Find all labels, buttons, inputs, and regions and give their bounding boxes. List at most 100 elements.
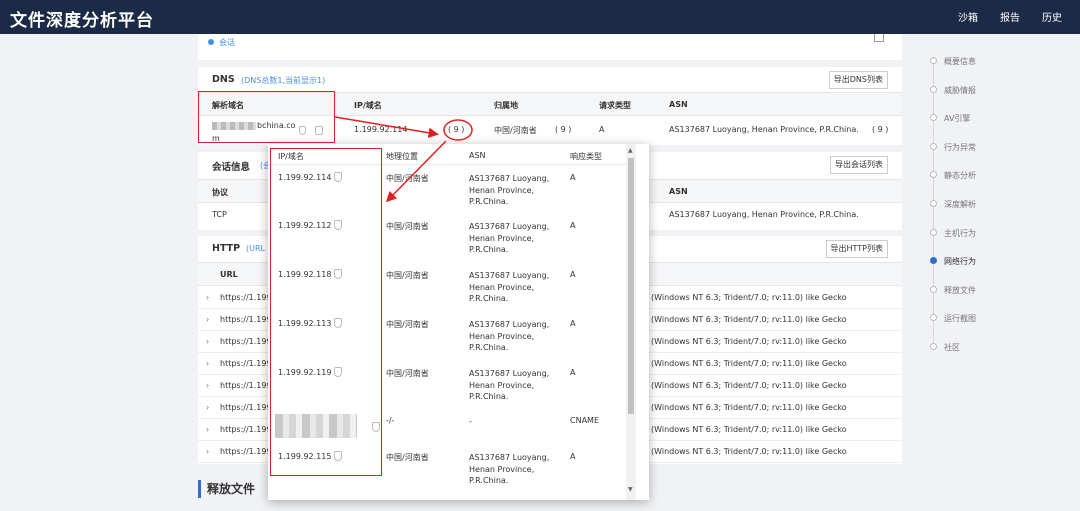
- expand-chevron-icon[interactable]: ›: [206, 315, 209, 324]
- domain-copy-icon[interactable]: [315, 126, 323, 135]
- popup-row: 1.199.92.119 中国/河南省 AS137687 Luoyang, He…: [268, 366, 626, 414]
- expand-chevron-icon[interactable]: ›: [206, 337, 209, 346]
- popup-ip: 1.199.92.115: [278, 452, 332, 461]
- session-legend-label[interactable]: 会话: [219, 37, 235, 48]
- session-asn: AS137687 Luoyang, Henan Province, P.R.Ch…: [669, 210, 859, 219]
- domain-shield-icon[interactable]: [299, 126, 306, 135]
- popup-asn: -: [469, 417, 472, 426]
- http-ua: (Windows NT 6.3; Trident/7.0; rv:11.0) l…: [651, 447, 847, 456]
- nav-bullet-icon: [930, 114, 937, 121]
- popup-location: 中国/河南省: [386, 174, 429, 183]
- popup-asn: AS137687 Luoyang, Henan Province, P.R.Ch…: [469, 453, 550, 485]
- http-url: https://1.199: [220, 447, 272, 456]
- expand-chevron-icon[interactable]: ›: [206, 447, 209, 456]
- popup-asn: AS137687 Luoyang, Henan Province, P.R.Ch…: [469, 174, 550, 206]
- dns-asn: AS137687 Luoyang, Henan Province, P.R.Ch…: [669, 125, 859, 134]
- scrollbar-thumb[interactable]: [628, 158, 634, 414]
- nav-report[interactable]: 报告: [1000, 9, 1020, 24]
- ip-list-popup: IP/域名 地理位置 ASN 响应类型 1.199.92.114 中国/河南省 …: [268, 144, 649, 500]
- popup-asn: AS137687 Luoyang, Henan Province, P.R.Ch…: [469, 369, 550, 401]
- popup-location: -/-: [386, 416, 395, 425]
- dns-location-count-link[interactable]: ( 9 ): [555, 125, 571, 134]
- http-url: https://1.199: [220, 337, 272, 346]
- nav-bullet-icon: [930, 171, 937, 178]
- popup-location: 中国/河南省: [386, 222, 429, 231]
- top-nav: 沙箱 报告 历史: [958, 9, 1062, 24]
- shield-icon[interactable]: [334, 269, 342, 279]
- popup-row: 1.199.92.112 中国/河南省 AS137687 Luoyang, He…: [268, 219, 626, 267]
- popup-ip: 1.199.92.118: [278, 270, 332, 279]
- nav-bullet-icon: [930, 86, 937, 93]
- popup-ip: 1.199.92.114: [278, 173, 332, 182]
- session-title: 会话信息: [212, 162, 251, 173]
- export-session-button[interactable]: 导出会话列表: [830, 156, 888, 174]
- popup-col-ip: IP/域名: [278, 152, 304, 161]
- http-url: https://1.199: [220, 425, 272, 434]
- nav-sandbox[interactable]: 沙箱: [958, 9, 978, 24]
- popup-location: 中国/河南省: [386, 453, 429, 462]
- http-ua: (Windows NT 6.3; Trident/7.0; rv:11.0) l…: [651, 293, 847, 302]
- expand-chevron-icon[interactable]: ›: [206, 381, 209, 390]
- http-ua: (Windows NT 6.3; Trident/7.0; rv:11.0) l…: [651, 425, 847, 434]
- http-url: https://1.199: [220, 381, 272, 390]
- popup-asn: AS137687 Luoyang, Henan Province, P.R.Ch…: [469, 271, 550, 303]
- nav-bullet-icon: [930, 229, 937, 236]
- dns-table-header: 解析域名 IP/域名 归属地 请求类型 ASN: [198, 92, 902, 116]
- popup-ip: 1.199.92.113: [278, 319, 332, 328]
- popup-type: A: [570, 368, 576, 377]
- expand-chevron-icon[interactable]: ›: [206, 425, 209, 434]
- col-asn: ASN: [669, 100, 688, 109]
- shield-icon[interactable]: [372, 422, 380, 432]
- popup-type: A: [570, 270, 576, 279]
- download-icon[interactable]: [874, 34, 884, 42]
- nav-bullet-icon: [930, 343, 937, 350]
- dns-card: DNS (DNS总数1,当前显示1) 导出DNS列表 解析域名 IP/域名 归属…: [198, 67, 902, 145]
- popup-location: 中国/河南省: [386, 369, 429, 378]
- nav-bullet-icon: [930, 314, 937, 321]
- nav-history[interactable]: 历史: [1042, 9, 1062, 24]
- http-title: HTTP: [212, 243, 241, 254]
- popup-ip: 1.199.92.119: [278, 368, 332, 377]
- popup-asn: AS137687 Luoyang, Henan Province, P.R.Ch…: [469, 320, 550, 352]
- scroll-down-icon[interactable]: ▼: [628, 486, 633, 493]
- col-protocol: 协议: [212, 188, 228, 197]
- dns-type: A: [599, 125, 605, 134]
- nav-bullet-icon: [930, 143, 937, 150]
- http-ua: (Windows NT 6.3; Trident/7.0; rv:11.0) l…: [651, 337, 847, 346]
- http-ua: (Windows NT 6.3; Trident/7.0; rv:11.0) l…: [651, 359, 847, 368]
- dns-title: DNS: [212, 74, 235, 85]
- nav-bullet-icon: [930, 286, 937, 293]
- dns-asn-count-link[interactable]: ( 9 ): [872, 125, 888, 134]
- popup-scrollbar[interactable]: ▲ ▼: [626, 144, 636, 500]
- dns-ip: 1.199.92.114: [354, 125, 408, 134]
- http-url: https://1.199: [220, 359, 272, 368]
- dns-count: (DNS总数1,当前显示1): [241, 76, 326, 85]
- top-bar: 文件深度分析平台 沙箱 报告 历史: [0, 0, 1080, 34]
- http-count: (URL: [246, 244, 265, 253]
- col-ip: IP/域名: [354, 101, 382, 110]
- export-dns-button[interactable]: 导出DNS列表: [828, 71, 888, 89]
- shield-icon[interactable]: [334, 318, 342, 328]
- popup-type: A: [570, 452, 576, 461]
- popup-type: CNAME: [570, 416, 599, 425]
- col-domain: 解析域名: [212, 101, 244, 110]
- popup-location: 中国/河南省: [386, 271, 429, 280]
- dns-ip-count-link[interactable]: ( 9 ): [448, 125, 464, 134]
- popup-asn: AS137687 Luoyang, Henan Province, P.R.Ch…: [469, 222, 550, 254]
- expand-chevron-icon[interactable]: ›: [206, 293, 209, 302]
- col-location: 归属地: [494, 101, 518, 110]
- expand-chevron-icon[interactable]: ›: [206, 403, 209, 412]
- redacted-domain: [275, 414, 357, 438]
- shield-icon[interactable]: [334, 367, 342, 377]
- scroll-up-icon[interactable]: ▲: [628, 147, 633, 154]
- http-ua: (Windows NT 6.3; Trident/7.0; rv:11.0) l…: [651, 315, 847, 324]
- session-legend-row: 会话: [198, 34, 902, 60]
- shield-icon[interactable]: [334, 451, 342, 461]
- expand-chevron-icon[interactable]: ›: [206, 359, 209, 368]
- popup-type: A: [570, 221, 576, 230]
- export-http-button[interactable]: 导出HTTP列表: [825, 240, 888, 258]
- popup-header-divider: [268, 164, 626, 165]
- shield-icon[interactable]: [334, 220, 342, 230]
- legend-dot-icon: [208, 39, 214, 45]
- shield-icon[interactable]: [334, 172, 342, 182]
